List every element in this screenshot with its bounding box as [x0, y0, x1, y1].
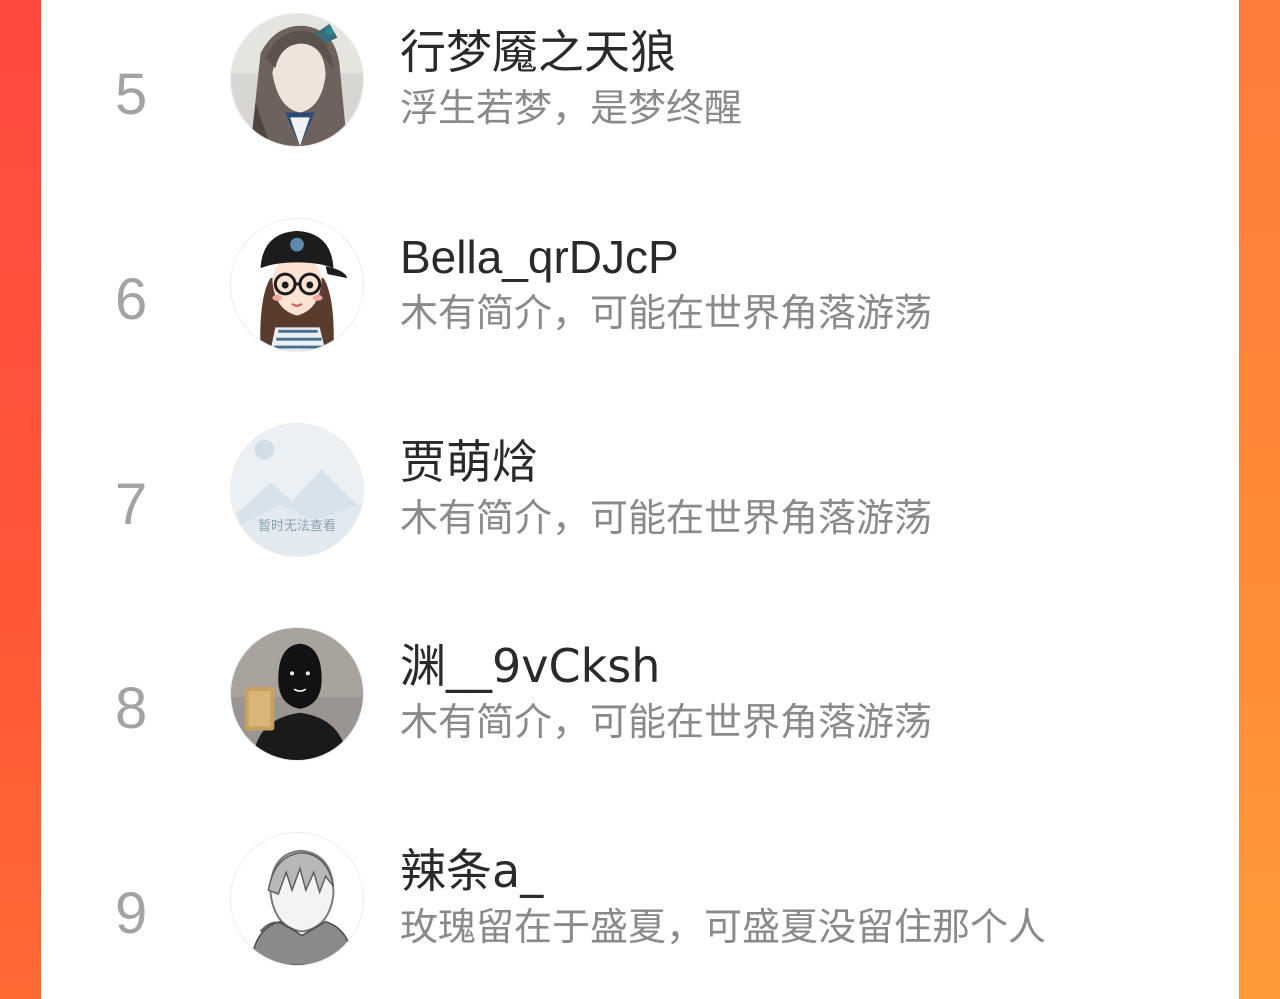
user-name[interactable]: 行梦魇之天狼 — [400, 27, 676, 78]
background-right-edge — [1239, 0, 1280, 999]
avatar[interactable] — [230, 13, 364, 147]
rank-number: 8 — [115, 676, 148, 741]
avatar[interactable] — [230, 627, 364, 761]
user-bio: 浮生若梦，是梦终醒 — [400, 86, 743, 130]
list-item[interactable]: 9 辣条a_ 玫瑰留在于盛夏，可盛夏没留住那个人 — [41, 832, 1239, 992]
avatar[interactable] — [230, 832, 364, 966]
list-item[interactable]: 7 暂时无法查看 贾萌焓 木有简介，可能在世界角落游荡 — [41, 423, 1239, 583]
avatar[interactable]: 暂时无法查看 — [230, 423, 364, 557]
avatar[interactable] — [230, 218, 364, 352]
user-name[interactable]: 贾萌焓 — [400, 437, 538, 488]
sketch-character-avatar-icon — [231, 833, 363, 965]
list-item[interactable]: 5 行梦魇之天狼 浮生若梦，是梦终醒 — [41, 13, 1239, 173]
ranking-card: 5 行梦魇之天狼 浮生若梦，是梦终醒 6 Bella_qrDJcP 木有简介，可… — [41, 0, 1239, 999]
rank-number: 9 — [115, 881, 148, 946]
list-item[interactable]: 8 渊__9vCksh 木有简介，可能在世界角落游荡 — [41, 627, 1239, 787]
user-bio: 木有简介，可能在世界角落游荡 — [400, 496, 933, 540]
list-item[interactable]: 6 Bella_qrDJcP 木有简介，可能在世界角落游荡 — [41, 218, 1239, 378]
placeholder-text: 暂时无法查看 — [257, 519, 336, 534]
cartoon-girl-cap-avatar-icon — [231, 219, 363, 351]
user-name[interactable]: Bella_qrDJcP — [400, 232, 679, 283]
user-bio: 木有简介，可能在世界角落游荡 — [400, 700, 933, 744]
anime-character-avatar-icon — [231, 14, 363, 146]
image-placeholder-icon — [231, 424, 363, 556]
background-left-edge — [0, 0, 41, 999]
dark-silhouette-avatar-icon — [231, 628, 363, 760]
rank-number: 5 — [115, 62, 148, 127]
rank-number: 7 — [115, 472, 148, 537]
user-name[interactable]: 渊__9vCksh — [400, 641, 660, 692]
user-bio: 玫瑰留在于盛夏，可盛夏没留住那个人 — [400, 905, 1047, 949]
rank-number: 6 — [115, 267, 148, 332]
user-bio: 木有简介，可能在世界角落游荡 — [400, 291, 933, 335]
user-name[interactable]: 辣条a_ — [400, 846, 543, 897]
